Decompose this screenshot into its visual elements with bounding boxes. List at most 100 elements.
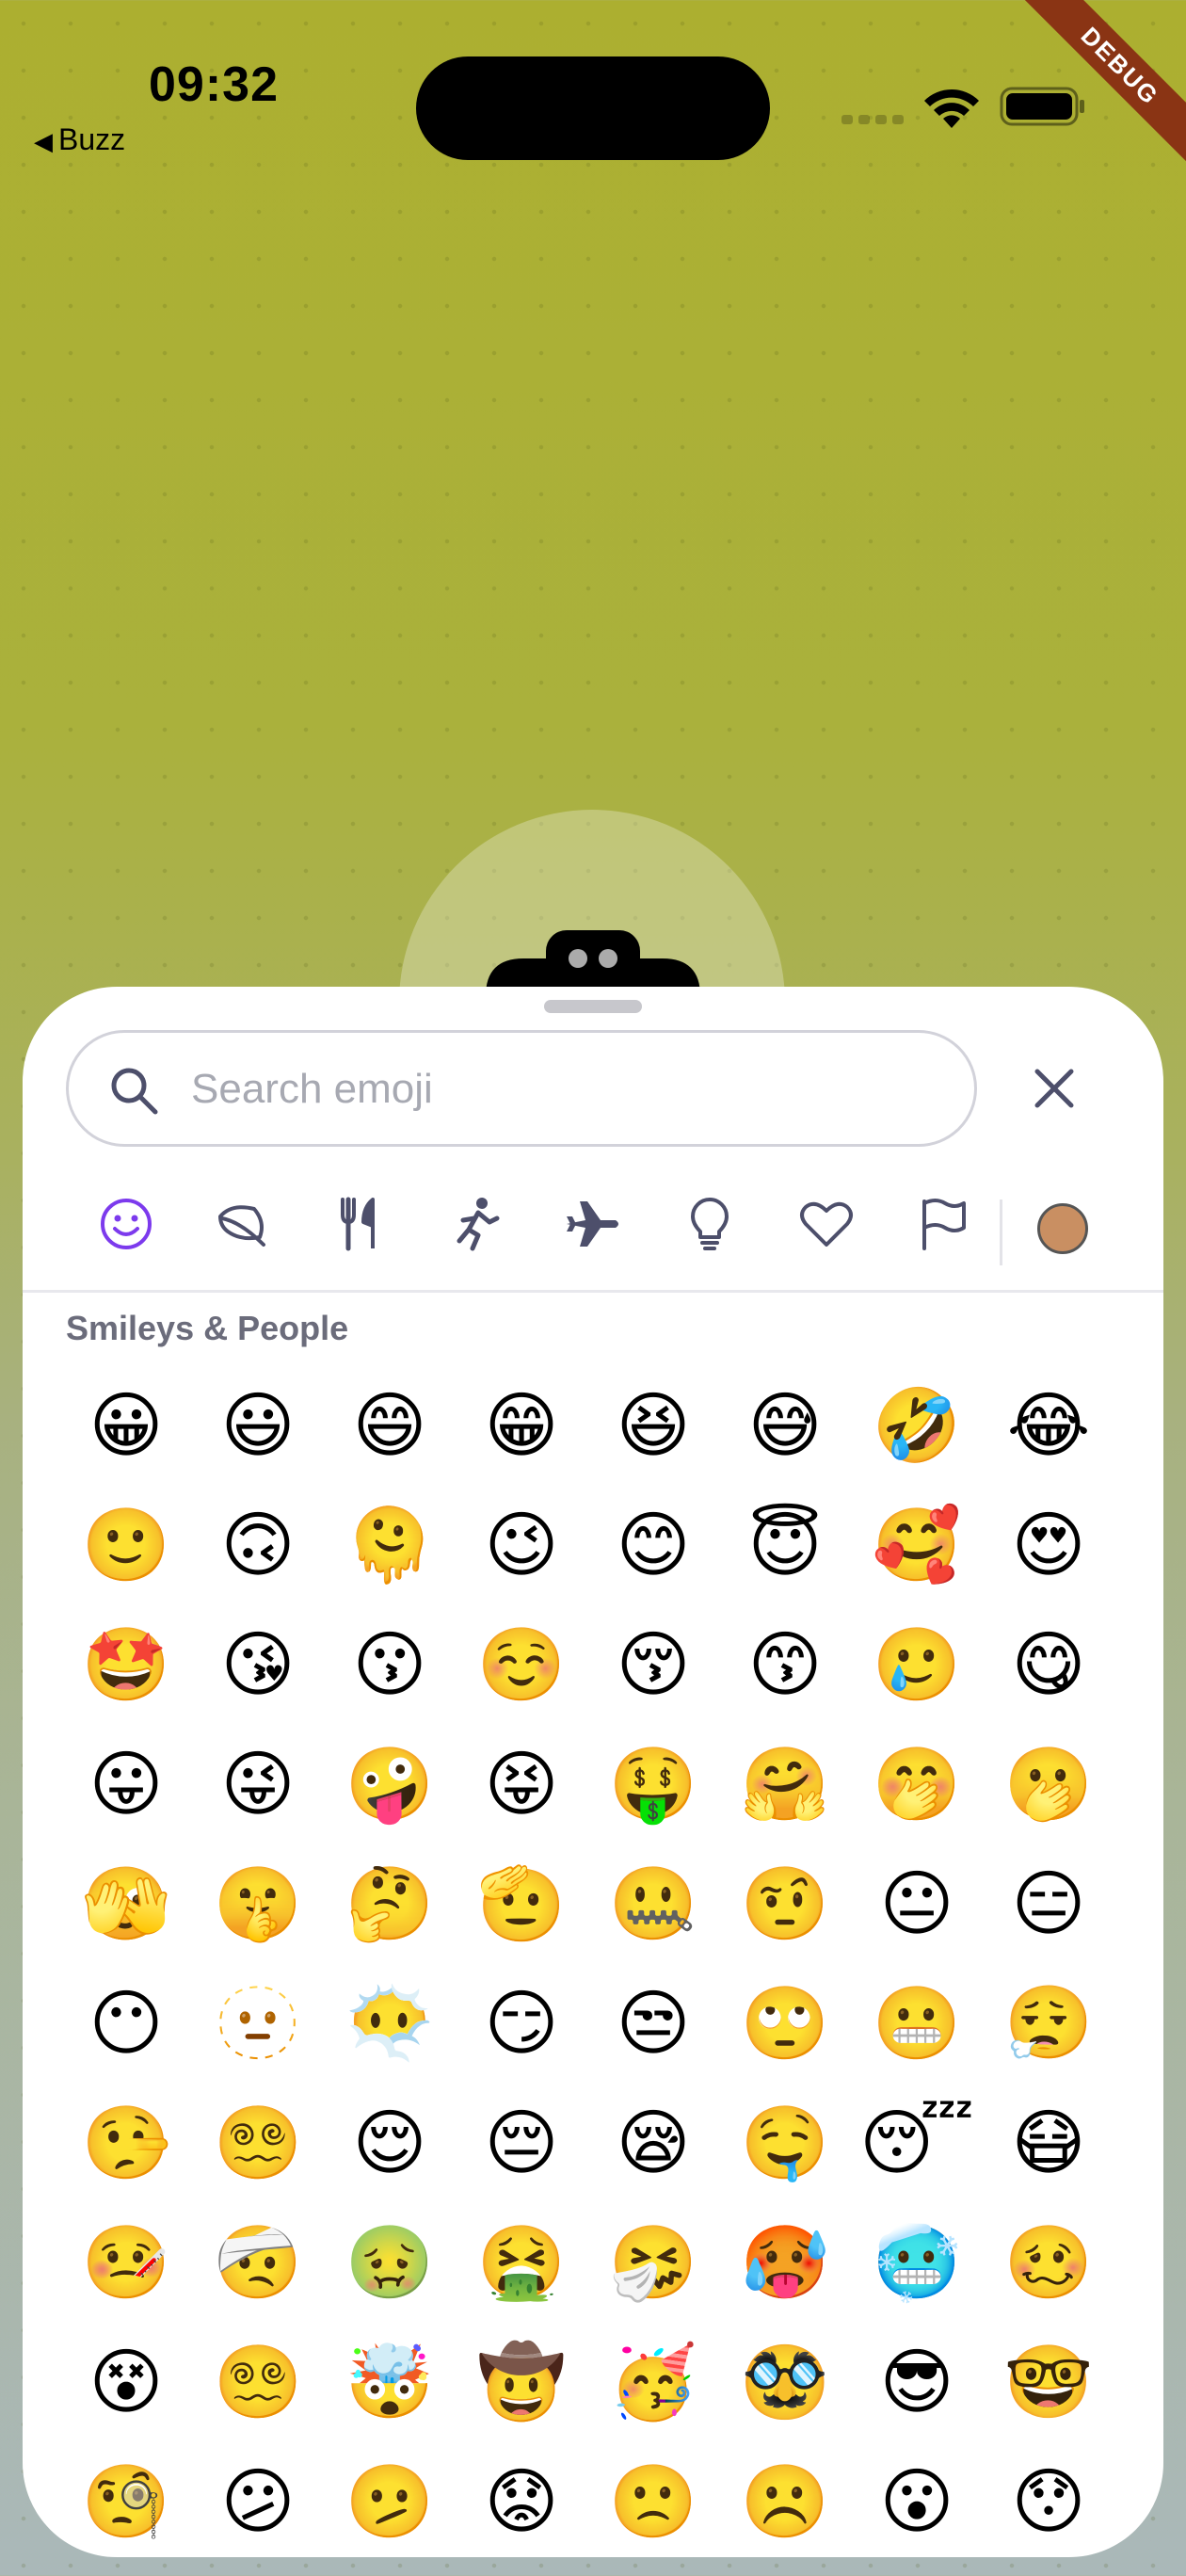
emoji-cell[interactable]: 😚 bbox=[587, 1604, 719, 1724]
emoji-cell[interactable]: 😵‍💫 bbox=[192, 2322, 324, 2441]
close-icon[interactable] bbox=[1032, 1066, 1077, 1111]
emoji-cell[interactable]: 😝 bbox=[456, 1724, 587, 1843]
emoji-cell[interactable]: 🫤 bbox=[324, 2441, 456, 2557]
tab-animals-nature[interactable] bbox=[213, 1194, 273, 1254]
tab-objects[interactable] bbox=[680, 1194, 740, 1254]
emoji-cell[interactable]: 😕 bbox=[192, 2441, 324, 2557]
tab-symbols[interactable] bbox=[796, 1194, 857, 1254]
emoji-cell[interactable]: 🤑 bbox=[587, 1724, 719, 1843]
emoji-cell[interactable]: 😌 bbox=[324, 2083, 456, 2202]
emoji-cell[interactable]: 😇 bbox=[719, 1485, 851, 1604]
emoji-cell[interactable]: 🤫 bbox=[192, 1843, 324, 1963]
emoji-cell[interactable]: 🤠 bbox=[456, 2322, 587, 2441]
tabs-separator bbox=[23, 1290, 1163, 1293]
emoji-cell[interactable]: 🥳 bbox=[587, 2322, 719, 2441]
emoji-cell[interactable]: ☹️ bbox=[719, 2441, 851, 2557]
emoji-cell[interactable]: 🤥 bbox=[60, 2083, 192, 2202]
emoji-cell[interactable]: 😀 bbox=[60, 1365, 192, 1485]
search-icon bbox=[111, 1068, 158, 1115]
emoji-cell[interactable]: 🤔 bbox=[324, 1843, 456, 1963]
emoji-cell[interactable]: 😄 bbox=[324, 1365, 456, 1485]
cellular-signal-icon bbox=[841, 115, 904, 124]
emoji-cell[interactable]: 🙁 bbox=[587, 2441, 719, 2557]
emoji-cell[interactable]: 😪 bbox=[587, 2083, 719, 2202]
back-to-app-link[interactable]: ◀ Buzz bbox=[34, 122, 125, 157]
emoji-cell[interactable]: 🤒 bbox=[60, 2202, 192, 2322]
emoji-cell[interactable]: 😏 bbox=[456, 1963, 587, 2083]
emoji-cell[interactable]: 🤣 bbox=[851, 1365, 983, 1485]
search-input[interactable] bbox=[189, 1057, 946, 1121]
emoji-cell[interactable]: ☺️ bbox=[456, 1604, 587, 1724]
emoji-cell[interactable]: 🤩 bbox=[60, 1604, 192, 1724]
emoji-cell[interactable]: 🥶 bbox=[851, 2202, 983, 2322]
emoji-cell[interactable]: 😆 bbox=[587, 1365, 719, 1485]
emoji-cell[interactable]: 😊 bbox=[587, 1485, 719, 1604]
emoji-cell[interactable]: 🧐 bbox=[60, 2441, 192, 2557]
emoji-cell[interactable]: 😍 bbox=[983, 1485, 1114, 1604]
emoji-cell[interactable]: 😉 bbox=[456, 1485, 587, 1604]
emoji-cell[interactable]: 😂 bbox=[983, 1365, 1114, 1485]
emoji-cell[interactable]: 🫡 bbox=[456, 1843, 587, 1963]
emoji-cell[interactable]: 😃 bbox=[192, 1365, 324, 1485]
emoji-cell[interactable]: 🥸 bbox=[719, 2322, 851, 2441]
wifi-icon bbox=[924, 89, 979, 128]
emoji-cell[interactable]: 😮 bbox=[851, 2441, 983, 2557]
emoji-cell[interactable]: 😶‍🌫️ bbox=[324, 1963, 456, 2083]
tab-travel-places[interactable] bbox=[563, 1194, 623, 1254]
emoji-cell[interactable]: 🫠 bbox=[324, 1485, 456, 1604]
emoji-cell[interactable]: 🥲 bbox=[851, 1604, 983, 1724]
emoji-cell[interactable]: 😋 bbox=[983, 1604, 1114, 1724]
tab-activities[interactable] bbox=[446, 1194, 506, 1254]
emoji-cell[interactable]: 😜 bbox=[192, 1724, 324, 1843]
emoji-cell[interactable]: 🥴 bbox=[983, 2202, 1114, 2322]
airplane-icon bbox=[567, 1201, 618, 1247]
emoji-cell[interactable]: 😴 bbox=[851, 2083, 983, 2202]
emoji-cell[interactable]: 😬 bbox=[851, 1963, 983, 2083]
emoji-cell[interactable]: 🫢 bbox=[983, 1724, 1114, 1843]
emoji-cell[interactable]: 🤗 bbox=[719, 1724, 851, 1843]
emoji-cell[interactable]: 🙂 bbox=[60, 1485, 192, 1604]
emoji-cell[interactable]: 🤭 bbox=[851, 1724, 983, 1843]
emoji-cell[interactable]: 🤮 bbox=[456, 2202, 587, 2322]
emoji-cell[interactable]: 🤐 bbox=[587, 1843, 719, 1963]
back-app-label: Buzz bbox=[58, 122, 126, 156]
emoji-cell[interactable]: 😑 bbox=[983, 1843, 1114, 1963]
emoji-cell[interactable]: 🤪 bbox=[324, 1724, 456, 1843]
emoji-cell[interactable]: 😛 bbox=[60, 1724, 192, 1843]
back-arrow-icon: ◀ bbox=[34, 127, 53, 155]
emoji-cell[interactable]: 🙃 bbox=[192, 1485, 324, 1604]
emoji-cell[interactable]: 😯 bbox=[983, 2441, 1114, 2557]
emoji-cell[interactable]: 🤯 bbox=[324, 2322, 456, 2441]
emoji-cell[interactable]: 😗 bbox=[324, 1604, 456, 1724]
sheet-drag-handle[interactable] bbox=[544, 1000, 642, 1013]
emoji-cell[interactable]: 🤕 bbox=[192, 2202, 324, 2322]
emoji-cell[interactable]: 🥰 bbox=[851, 1485, 983, 1604]
emoji-cell[interactable]: 😘 bbox=[192, 1604, 324, 1724]
emoji-cell[interactable]: 😷 bbox=[983, 2083, 1114, 2202]
emoji-cell[interactable]: 🤢 bbox=[324, 2202, 456, 2322]
emoji-cell[interactable]: 😁 bbox=[456, 1365, 587, 1485]
tab-smileys[interactable] bbox=[96, 1194, 156, 1254]
emoji-cell[interactable]: 🫣 bbox=[60, 1843, 192, 1963]
tab-flags[interactable] bbox=[913, 1194, 973, 1254]
emoji-cell[interactable]: 😵 bbox=[60, 2322, 192, 2441]
emoji-cell[interactable]: 🙄 bbox=[719, 1963, 851, 2083]
emoji-cell[interactable]: 🤨 bbox=[719, 1843, 851, 1963]
emoji-cell[interactable]: 😔 bbox=[456, 2083, 587, 2202]
emoji-cell[interactable]: 🤤 bbox=[719, 2083, 851, 2202]
tab-food-drink[interactable] bbox=[329, 1194, 390, 1254]
emoji-cell[interactable]: 🤧 bbox=[587, 2202, 719, 2322]
emoji-cell[interactable]: 😐 bbox=[851, 1843, 983, 1963]
skin-tone-selector[interactable] bbox=[1037, 1203, 1088, 1254]
emoji-cell[interactable]: 😙 bbox=[719, 1604, 851, 1724]
emoji-cell[interactable]: 🫥 bbox=[192, 1963, 324, 2083]
emoji-cell[interactable]: 😶 bbox=[60, 1963, 192, 2083]
emoji-cell[interactable]: 🤓 bbox=[983, 2322, 1114, 2441]
emoji-cell[interactable]: 😅 bbox=[719, 1365, 851, 1485]
emoji-cell[interactable]: 🥵 bbox=[719, 2202, 851, 2322]
emoji-cell[interactable]: 😮‍💨 bbox=[983, 1963, 1114, 2083]
emoji-cell[interactable]: 😎 bbox=[851, 2322, 983, 2441]
emoji-cell[interactable]: 😵‍💫 bbox=[192, 2083, 324, 2202]
emoji-cell[interactable]: 😟 bbox=[456, 2441, 587, 2557]
emoji-cell[interactable]: 😒 bbox=[587, 1963, 719, 2083]
